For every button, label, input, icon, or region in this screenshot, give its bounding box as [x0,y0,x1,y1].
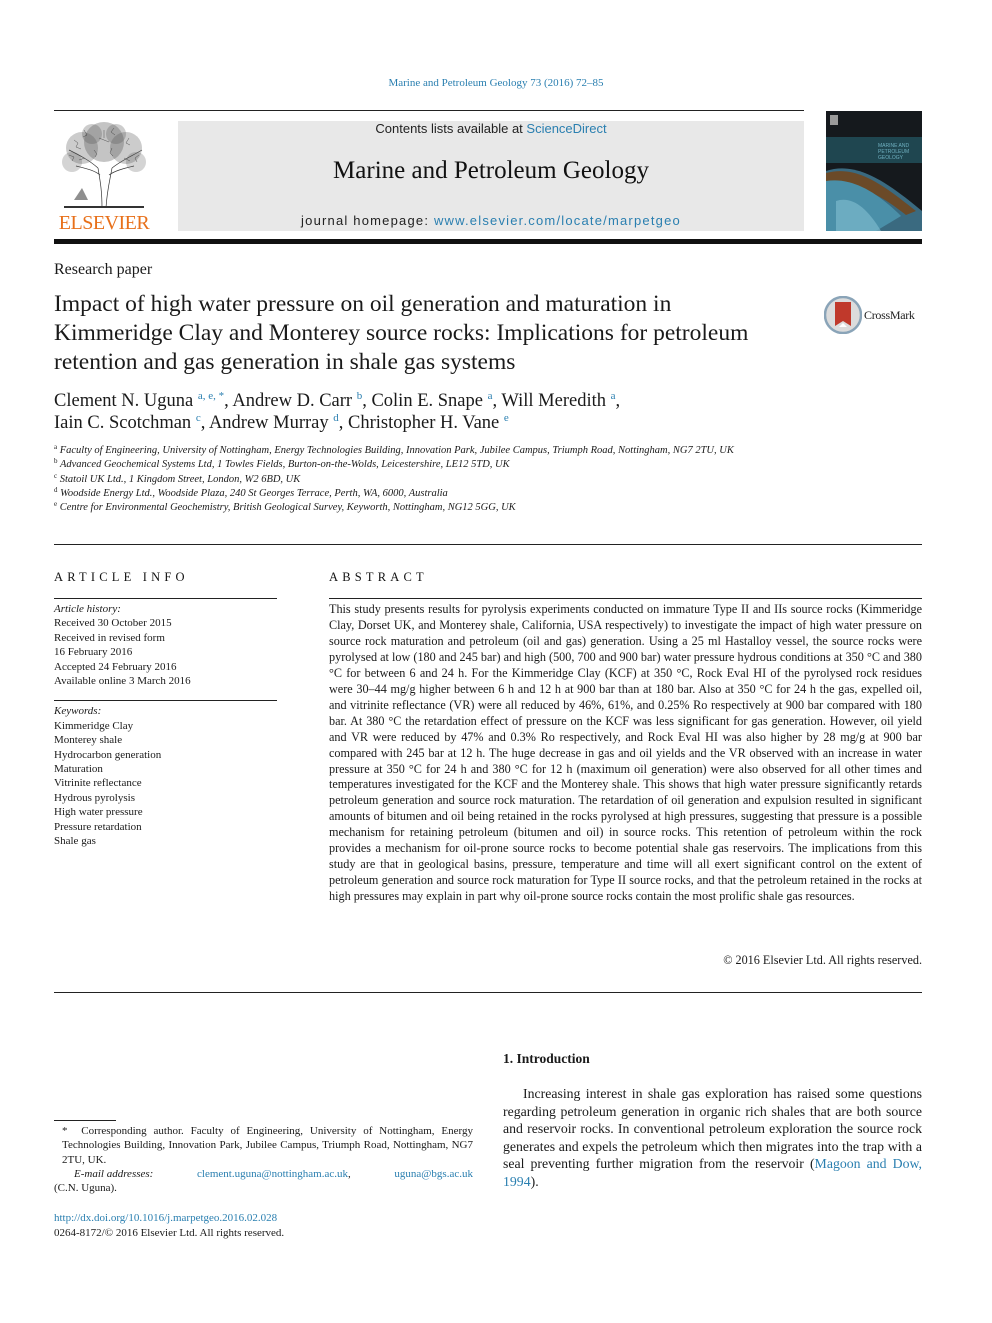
doi-block: http://dx.doi.org/10.1016/j.marpetgeo.20… [54,1211,284,1240]
author[interactable]: Will Meredith a, [501,391,620,412]
keyword: High water pressure [54,806,143,819]
corresponding-author-note: * Corresponding author. Faculty of Engin… [62,1125,473,1166]
footnote-rule [54,1120,116,1121]
journal-masthead: Contents lists available at ScienceDirec… [178,121,804,231]
homepage-prefix: journal homepage: [301,213,434,228]
journal-homepage-link[interactable]: www.elsevier.com/locate/marpetgeo [434,213,681,228]
author-affiliation-marker[interactable]: a, e, * [198,390,224,402]
issn-copyright: 0264-8172/© 2016 Elsevier Ltd. All right… [54,1226,285,1239]
abstract-copyright: © 2016 Elsevier Ltd. All rights reserved… [723,953,922,967]
author-list: Clement N. Uguna a, e, *, Andrew D. Carr… [54,390,814,434]
keyword: Hydrous pyrolysis [54,791,135,804]
elsevier-logo[interactable]: ELSEVIER [54,120,154,234]
sciencedirect-link[interactable]: ScienceDirect [526,121,606,136]
journal-cover-art: MARINE AND PETROLEUM GEOLOGY [826,111,922,231]
crossmark-icon [824,296,862,334]
history-item: Accepted 24 February 2016 [54,660,177,673]
footnote-star: * [62,1125,68,1137]
affiliation: a Faculty of Engineering, University of … [54,443,734,457]
section-divider [54,544,922,545]
keyword: Maturation [54,763,103,776]
keyword: Shale gas [54,835,96,848]
elsevier-tree-icon [54,120,154,210]
history-item: Received in revised form [54,631,165,644]
keyword: Hydrocarbon generation [54,748,162,761]
contents-prefix: Contents lists available at [375,121,527,136]
abstract-bottom-rule [54,992,922,993]
author[interactable]: Clement N. Uguna a, e, *, [54,390,232,412]
journal-homepage-line: journal homepage: www.elsevier.com/locat… [178,213,804,228]
abstract-rule [329,598,922,599]
contents-lists-line: Contents lists available at ScienceDirec… [178,121,804,136]
affiliation: d Woodside Energy Ltd., Woodside Plaza, … [54,485,448,499]
author[interactable]: Andrew Murray d, [209,413,348,434]
author[interactable]: Christopher H. Vane e [348,412,509,434]
article-info-panel: Article history: Received 30 October 201… [54,598,277,849]
email-link-wrap: clement.uguna@nottingham.ac.uk, [197,1167,351,1180]
journal-cover-image[interactable]: MARINE AND PETROLEUM GEOLOGY [826,111,922,231]
author[interactable]: Andrew D. Carr b, [232,391,371,412]
affiliation-list: a Faculty of Engineering, University of … [54,444,814,515]
article-info-heading: ARTICLE INFO [54,570,189,584]
email-addresses: E-mail addresses: clement.uguna@nottingh… [54,1167,473,1181]
author-affiliation-marker[interactable]: e [504,412,509,424]
svg-text:GEOLOGY: GEOLOGY [878,155,904,161]
keywords-label: Keywords: [54,705,102,718]
doi-link[interactable]: http://dx.doi.org/10.1016/j.marpetgeo.20… [54,1211,284,1226]
author[interactable]: Iain C. Scotchman c, [54,413,209,434]
journal-name: Marine and Petroleum Geology [333,157,649,184]
corresponding-author-footnote: * Corresponding author. Faculty of Engin… [54,1124,473,1195]
keywords-block: Keywords: Kimmeridge Clay Monterey shale… [54,701,277,848]
introduction-paragraph: Increasing interest in shale gas explora… [503,1086,923,1189]
history-item: Received 30 October 2015 [54,617,172,630]
crossmark-button[interactable]: CrossMark [824,296,924,334]
keyword: Kimmeridge Clay [54,719,134,732]
abstract-heading: ABSTRACT [329,570,428,584]
introduction-heading: 1. Introduction [503,1051,590,1066]
affiliation: b Advanced Geochemical Systems Ltd, 1 To… [54,457,510,471]
email-link[interactable]: clement.uguna@nottingham.ac.uk [197,1168,348,1180]
elsevier-wordmark: ELSEVIER [58,212,150,234]
header-rule [54,110,804,111]
history-item: Available online 3 March 2016 [54,675,191,688]
masthead-rule [54,239,922,244]
abstract-text: This study presents results for pyrolysi… [329,602,922,904]
keyword: Pressure retardation [54,820,142,833]
author[interactable]: Colin E. Snape a, [371,391,501,412]
email-link[interactable]: uguna@bgs.ac.uk [394,1167,473,1181]
article-history-label: Article history: [54,603,121,615]
keyword: Monterey shale [54,734,123,747]
article-title: Impact of high water pressure on oil gen… [54,291,749,375]
keyword: Vitrinite reflectance [54,777,142,790]
journal-citation-link[interactable]: Marine and Petroleum Geology 73 (2016) 7… [0,77,992,89]
history-item: 16 February 2016 [54,646,133,659]
crossmark-label: CrossMark [864,308,915,322]
affiliation: c Statoil UK Ltd., 1 Kingdom Street, Lon… [54,471,301,485]
email-label: E-mail addresses: [74,1167,154,1180]
email-owner: (C.N. Uguna). [54,1182,117,1195]
paper-type: Research paper [54,261,153,278]
affiliation: e Centre for Environmental Geochemistry,… [54,500,516,514]
article-history: Article history: Received 30 October 201… [54,599,277,688]
